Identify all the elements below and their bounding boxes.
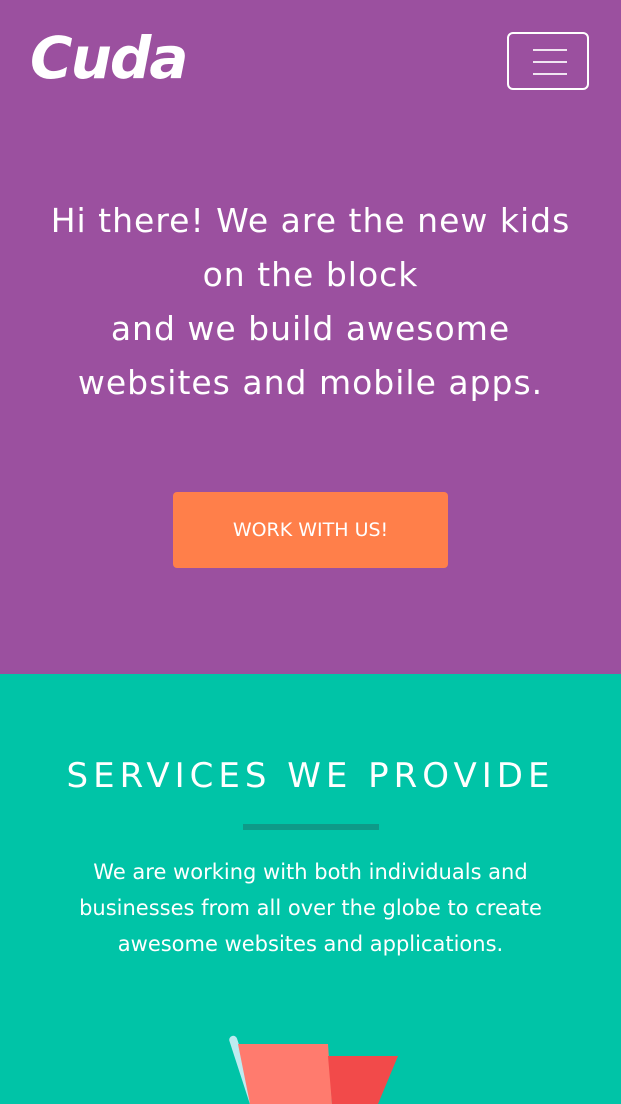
menu-button[interactable]	[507, 32, 589, 90]
services-description-line: businesses from all over the globe to cr…	[79, 896, 542, 920]
hero-headline-line: websites and mobile apps.	[77, 363, 544, 402]
hero-headline-line: and we build awesome	[110, 309, 511, 348]
hero-headline: Hi there! We are the new kids on the blo…	[20, 194, 601, 410]
services-illustration	[229, 1035, 398, 1104]
hero-headline-line: Hi there! We are the new kids	[50, 201, 571, 240]
services-description: We are working with both individuals and…	[60, 854, 561, 962]
hero-section: Cuda Hi there! We are the new kids on th…	[0, 0, 621, 674]
logo[interactable]: Cuda	[30, 24, 189, 92]
section-divider	[243, 824, 379, 830]
services-section: SERVICES WE PROVIDE We are working with …	[0, 674, 621, 1104]
services-title: SERVICES WE PROVIDE	[66, 756, 555, 796]
services-description-line: We are working with both individuals and	[93, 860, 528, 884]
hero-headline-line: on the block	[202, 255, 419, 294]
work-with-us-button[interactable]: WORK WITH US!	[173, 492, 448, 568]
services-description-line: awesome websites and applications.	[117, 932, 504, 956]
